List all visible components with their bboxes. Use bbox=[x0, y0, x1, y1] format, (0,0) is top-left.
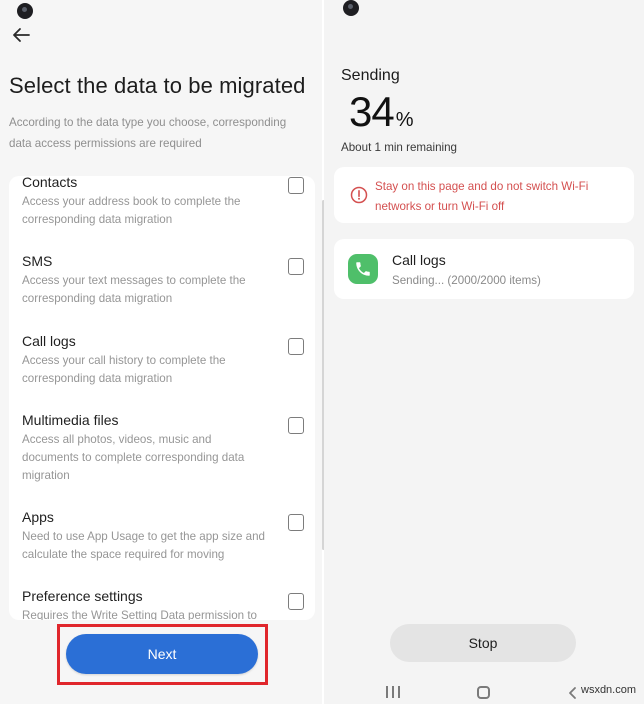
sending-status-label: Sending bbox=[341, 67, 400, 84]
phone-icon bbox=[348, 254, 378, 284]
checkbox-multimedia[interactable] bbox=[288, 417, 304, 434]
item-description: Access your call history to complete the… bbox=[22, 354, 226, 385]
checkbox-apps[interactable] bbox=[288, 514, 304, 531]
checkbox-call-logs[interactable] bbox=[288, 338, 304, 355]
progress-value: 34 bbox=[349, 88, 395, 135]
item-description: Access all photos, videos, music and doc… bbox=[22, 433, 245, 482]
front-camera bbox=[17, 3, 33, 19]
checkbox-sms[interactable] bbox=[288, 258, 304, 275]
item-description: Access your text messages to complete th… bbox=[22, 274, 246, 305]
item-description: Requires the Write Setting Data permissi… bbox=[22, 609, 257, 620]
item-description: Need to use App Usage to get the app siz… bbox=[22, 530, 265, 561]
list-item-call-logs[interactable]: Call logs Access your call history to co… bbox=[9, 333, 315, 417]
transfer-item-title: Call logs bbox=[392, 252, 446, 268]
stop-button[interactable]: Stop bbox=[390, 624, 576, 662]
warning-circle-icon bbox=[350, 186, 368, 204]
item-label: Apps bbox=[22, 509, 54, 525]
list-item-multimedia[interactable]: Multimedia files Access all photos, vide… bbox=[9, 412, 315, 508]
transfer-item-card: Call logs Sending... (2000/2000 items) bbox=[334, 239, 634, 299]
progress-unit: % bbox=[395, 109, 414, 131]
page-title: Select the data to be migrated bbox=[9, 73, 306, 98]
list-item-preferences[interactable]: Preference settings Requires the Write S… bbox=[9, 588, 315, 620]
right-screen: Sending 34% About 1 min remaining Stay o… bbox=[324, 0, 644, 704]
left-screen: Select the data to be migrated According… bbox=[0, 0, 322, 704]
progress-percent: 34% bbox=[349, 88, 414, 136]
item-description: Access your address book to complete the… bbox=[22, 195, 241, 226]
next-button-highlight-box bbox=[57, 624, 268, 685]
item-label: Contacts bbox=[22, 176, 78, 190]
page-subtitle: According to the data type you choose, c… bbox=[9, 116, 287, 150]
item-label: SMS bbox=[22, 253, 53, 269]
back-nav-icon[interactable] bbox=[566, 686, 580, 700]
data-type-list: Contacts Access your address book to com… bbox=[9, 176, 315, 620]
watermark-text: wsxdn.com bbox=[581, 684, 637, 696]
front-camera bbox=[343, 0, 359, 16]
recent-apps-icon[interactable] bbox=[386, 686, 400, 698]
item-label: Preference settings bbox=[22, 588, 143, 604]
checkbox-preferences[interactable] bbox=[288, 593, 304, 610]
list-item-apps[interactable]: Apps Need to use App Usage to get the ap… bbox=[9, 509, 315, 593]
warning-banner: Stay on this page and do not switch Wi-F… bbox=[334, 167, 634, 223]
item-label: Call logs bbox=[22, 333, 76, 349]
home-icon[interactable] bbox=[477, 686, 490, 699]
time-remaining: About 1 min remaining bbox=[341, 141, 457, 154]
checkbox-contacts[interactable] bbox=[288, 177, 304, 194]
back-arrow-icon[interactable] bbox=[10, 24, 32, 46]
transfer-item-status: Sending... (2000/2000 items) bbox=[392, 274, 541, 287]
item-label: Multimedia files bbox=[22, 412, 119, 428]
list-item-sms[interactable]: SMS Access your text messages to complet… bbox=[9, 253, 315, 337]
warning-text: Stay on this page and do not switch Wi-F… bbox=[375, 180, 589, 213]
list-item-contacts[interactable]: Contacts Access your address book to com… bbox=[9, 176, 315, 258]
